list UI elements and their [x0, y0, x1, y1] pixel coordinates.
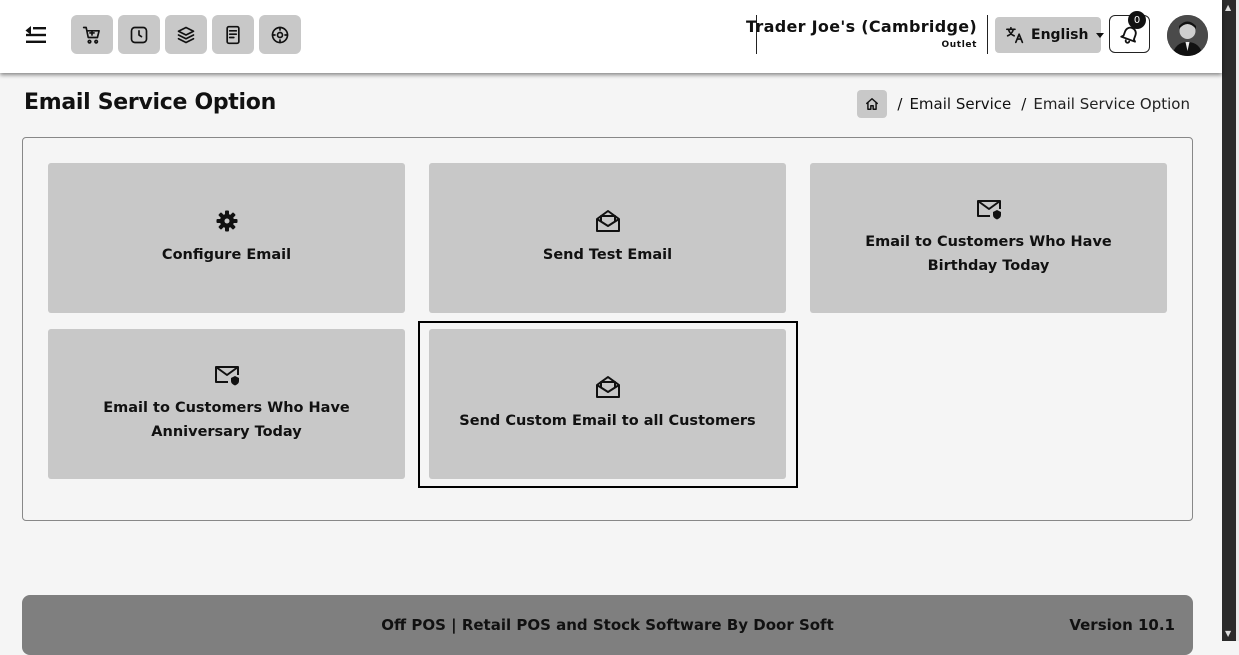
envelope-badge-icon	[976, 198, 1002, 220]
outlet-label: Outlet	[941, 40, 977, 50]
notification-count-badge: 0	[1128, 11, 1146, 29]
outlet-name: Trader Joe's (Cambridge)	[745, 17, 977, 36]
custom-email-label: Send Custom Email to all Customers	[459, 413, 756, 429]
attendance-button[interactable]	[118, 15, 160, 54]
footer-version: Version 10.1	[1069, 616, 1175, 634]
anniversary-email-label: Email to Customers Who Have Anniversary …	[103, 400, 350, 440]
translate-icon	[1005, 26, 1025, 44]
gear-icon	[215, 209, 239, 233]
cart-icon	[82, 25, 102, 45]
stack-icon	[176, 25, 196, 45]
email-options-panel: Configure Email Send Test Email Email to…	[22, 137, 1193, 521]
breadcrumb-separator: /	[897, 95, 903, 113]
top-header: Trader Joe's (Cambridge) Outlet English …	[0, 0, 1222, 73]
envelope-badge-icon	[214, 364, 240, 386]
breadcrumb-separator: /	[1021, 95, 1027, 113]
receipt-icon	[223, 25, 243, 45]
page-title: Email Service Option	[24, 90, 276, 115]
language-label: English	[1031, 27, 1089, 43]
anniversary-email-card[interactable]: Email to Customers Who Have Anniversary …	[48, 329, 405, 479]
user-avatar[interactable]	[1167, 15, 1208, 56]
pos-cart-button[interactable]	[71, 15, 113, 54]
home-icon	[865, 97, 879, 111]
chevron-down-icon	[1096, 32, 1105, 38]
configure-email-label: Configure Email	[161, 247, 292, 263]
breadcrumb-current: Email Service Option	[1033, 95, 1190, 113]
dashboard-icon	[270, 25, 290, 45]
open-envelope-icon	[595, 209, 621, 233]
clock-icon	[129, 25, 149, 45]
birthday-email-label: Email to Customers Who Have Birthday Tod…	[865, 234, 1112, 274]
sidebar-toggle-icon[interactable]	[24, 24, 48, 46]
reports-button[interactable]	[212, 15, 254, 54]
outlet-info: Trader Joe's (Cambridge) Outlet	[746, 15, 988, 54]
dashboard-button[interactable]	[259, 15, 301, 54]
open-envelope-icon	[595, 375, 621, 399]
inventory-button[interactable]	[165, 15, 207, 54]
send-test-email-label: Send Test Email	[542, 247, 673, 263]
language-dropdown[interactable]: English	[995, 17, 1105, 53]
breadcrumb: / Email Service / Email Service Option	[857, 90, 1190, 118]
footer: Off POS | Retail POS and Stock Software …	[22, 595, 1193, 655]
scroll-down-arrow-icon[interactable]: ▼	[1225, 629, 1231, 638]
configure-email-card[interactable]: Configure Email	[48, 163, 405, 313]
birthday-email-card[interactable]: Email to Customers Who Have Birthday Tod…	[810, 163, 1167, 313]
breadcrumb-home-button[interactable]	[857, 90, 888, 118]
footer-text: Off POS | Retail POS and Stock Software …	[381, 616, 834, 634]
page-scrollbar[interactable]	[1222, 0, 1239, 641]
custom-email-card[interactable]: Send Custom Email to all Customers	[429, 329, 786, 479]
scroll-up-arrow-icon[interactable]: ▲	[1225, 3, 1231, 12]
breadcrumb-email-service[interactable]: Email Service	[909, 95, 1011, 113]
send-test-email-card[interactable]: Send Test Email	[429, 163, 786, 313]
